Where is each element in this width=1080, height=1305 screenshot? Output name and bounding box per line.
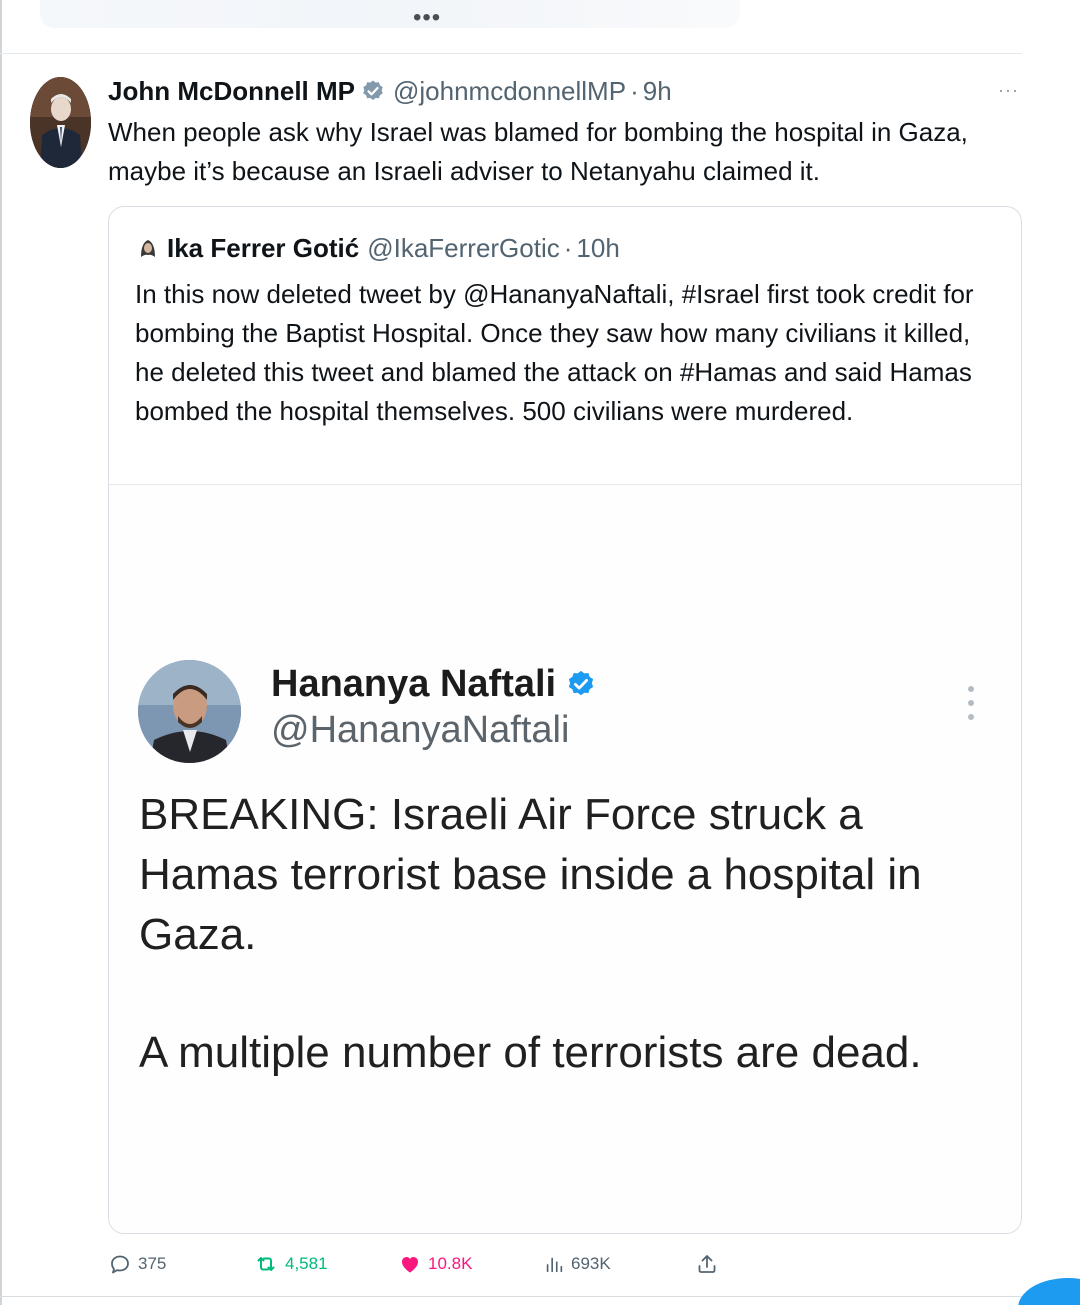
quoted-meta-separator: ·	[563, 232, 573, 263]
thread-more-dots[interactable]: •••	[413, 4, 441, 32]
tweet-header: John McDonnell MP @johnmcdonnellMP · 9h	[108, 74, 672, 108]
like-count: 10.8K	[428, 1254, 473, 1273]
divider	[0, 53, 1022, 54]
embedded-screenshot-image[interactable]: Hananya Naftali @HananyaNaftali BREAKING…	[109, 485, 1021, 1233]
quoted-author-name[interactable]: Ika Ferrer Gotić	[167, 233, 359, 264]
views-chart-icon	[546, 1257, 563, 1273]
embedded-author-handle: @HananyaNaftali	[271, 709, 570, 751]
embedded-author-name: Hananya Naftali	[271, 661, 604, 707]
embedded-author-name-text: Hananya Naftali	[271, 662, 557, 705]
retweet-count: 4,581	[285, 1254, 328, 1273]
quoted-tweet-header: Ika Ferrer Gotić @IkaFerrerGotic · 10h	[135, 231, 620, 265]
author-handle[interactable]: @johnmcdonnellMP	[393, 76, 626, 107]
embedded-kebab-icon	[967, 683, 975, 723]
previous-post-fade	[40, 0, 740, 28]
share-button[interactable]	[695, 1250, 725, 1278]
embedded-tweet-text: BREAKING: Israeli Air Force struck a Ham…	[139, 785, 1009, 1083]
quoted-author-handle[interactable]: @IkaFerrerGotic	[367, 233, 560, 264]
share-icon	[698, 1255, 716, 1273]
reply-count: 375	[138, 1254, 167, 1273]
retweet-button[interactable]: 4,581	[253, 1250, 328, 1278]
views-button[interactable]: 693K	[543, 1250, 611, 1278]
tweet-text: When people ask why Israel was blamed fo…	[108, 117, 968, 186]
author-avatar[interactable]	[30, 77, 91, 168]
divider	[0, 1296, 1080, 1297]
compose-fab-button[interactable]	[1018, 1278, 1080, 1305]
embedded-paragraph-2: A multiple number of terrorists are dead…	[139, 1028, 922, 1077]
quoted-tweet-card[interactable]: Ika Ferrer Gotić @IkaFerrerGotic · 10h I…	[108, 206, 1022, 1234]
like-button[interactable]: 10.8K	[398, 1250, 472, 1278]
quoted-tweet-text: In this now deleted tweet by @HananyaNaf…	[135, 279, 974, 426]
embedded-paragraph-1: BREAKING: Israeli Air Force struck a Ham…	[139, 790, 922, 959]
more-options-icon[interactable]: ···	[998, 80, 1019, 101]
verified-badge-icon	[361, 79, 385, 103]
tweet-action-bar: 375 4,581 10.8K 693K	[108, 1250, 728, 1278]
author-name[interactable]: John McDonnell MP	[108, 76, 355, 107]
heart-icon	[402, 1257, 418, 1273]
quoted-author-avatar[interactable]	[135, 235, 161, 261]
reply-button[interactable]: 375	[108, 1250, 166, 1278]
views-count: 693K	[571, 1254, 611, 1273]
meta-separator: ·	[630, 75, 639, 106]
avatar-photo	[30, 77, 91, 168]
quoted-timestamp[interactable]: 10h	[576, 233, 619, 264]
embedded-verified-badge-icon	[566, 669, 596, 699]
tweet-timestamp[interactable]: 9h	[643, 76, 672, 107]
retweet-icon	[257, 1257, 275, 1271]
left-border	[0, 0, 2, 1305]
embedded-author-avatar	[138, 660, 241, 763]
reply-icon	[111, 1255, 129, 1274]
